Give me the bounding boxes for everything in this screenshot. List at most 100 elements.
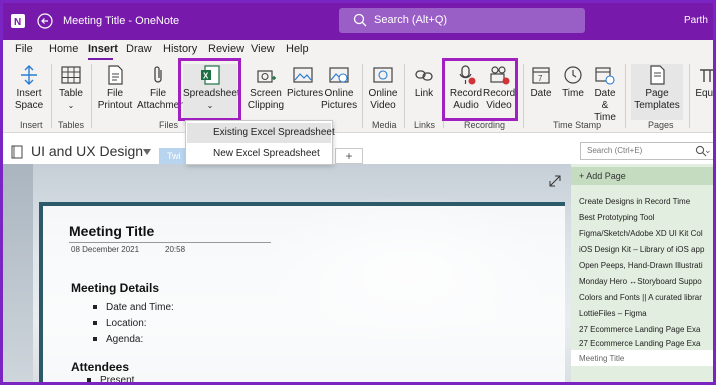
screen-clipping-button[interactable]: Screen Clipping <box>245 64 287 112</box>
insert-space-button[interactable]: Insert Space <box>11 64 47 112</box>
insert-space-icon <box>21 65 37 85</box>
list-item-text: Present <box>100 375 135 385</box>
recording-highlight <box>442 58 518 121</box>
page-title[interactable]: Meeting Title <box>69 223 154 239</box>
ribbon-separator <box>51 64 52 128</box>
page-list-item[interactable]: Monday Hero ↔Storyboard Suppo <box>579 277 713 286</box>
menu-insert[interactable]: Insert <box>88 43 118 55</box>
page-list-item[interactable]: 27 Ecommerce Landing Page Exa <box>579 339 713 348</box>
add-page-button[interactable]: + Add Page <box>571 167 713 185</box>
menu-draw[interactable]: Draw <box>126 43 152 55</box>
bullet-icon <box>93 321 97 326</box>
file-attachment-label: File Attachment <box>137 88 188 111</box>
table-label: Table <box>59 88 83 99</box>
ribbon-separator <box>625 64 626 128</box>
title-bar: N Meeting Title - OneNote Search (Alt+Q)… <box>3 3 713 40</box>
page-search-placeholder: Search (Ctrl+E) <box>587 146 643 155</box>
page-list-item[interactable]: Open Peeps, Hand-Drawn Illustrati <box>579 261 713 270</box>
new-spreadsheet-option[interactable]: New Excel Spreadsheet <box>187 144 331 164</box>
online-video-label: Online Video <box>368 88 398 111</box>
notebook-icon[interactable] <box>10 145 24 159</box>
pictures-label: Pictures <box>287 88 324 99</box>
insert-space-label: Insert Space <box>14 88 44 111</box>
file-printout-icon <box>108 65 123 85</box>
pictures-button[interactable]: Pictures <box>287 64 324 100</box>
time-button[interactable]: Time <box>559 64 587 100</box>
add-section-button[interactable]: + <box>335 148 363 164</box>
equation-button[interactable]: Equa <box>695 64 713 100</box>
picture-icon <box>293 67 313 83</box>
document-title: Meeting Title - OneNote <box>63 15 180 27</box>
page-list-item[interactable]: Colors and Fonts || A curated librar <box>579 293 713 302</box>
menu-review[interactable]: Review <box>208 43 244 55</box>
ribbon-separator <box>404 64 405 128</box>
attendees-heading[interactable]: Attendees <box>71 360 129 374</box>
page-list-item[interactable]: Best Prototyping Tool <box>579 213 713 222</box>
expand-icon[interactable] <box>549 175 561 187</box>
spreadsheet-highlight <box>178 58 241 121</box>
file-printout-label: File Printout <box>97 88 133 111</box>
online-pictures-button[interactable]: Online Pictures <box>321 64 357 112</box>
ribbon-separator <box>362 64 363 128</box>
caret-down-icon[interactable] <box>143 149 151 155</box>
date-button[interactable]: 7 Date <box>527 64 555 100</box>
page-list-item[interactable]: 27 Ecommerce Landing Page Exa <box>579 325 713 334</box>
list-item[interactable]: Present <box>87 375 135 385</box>
list-item[interactable]: Date and Time: <box>93 302 174 313</box>
link-button[interactable]: Link <box>409 64 439 100</box>
page-list-item[interactable]: Figma/Sketch/Adobe XD UI Kit Col <box>579 229 713 238</box>
menu-file[interactable]: File <box>15 43 33 55</box>
group-insert: Insert <box>20 120 43 130</box>
calendar-icon: 7 <box>532 67 550 84</box>
notebook-name[interactable]: UI and UX Design <box>31 143 143 159</box>
page-templates-button[interactable]: Page Templates <box>631 64 683 120</box>
user-name[interactable]: Parth <box>684 15 708 26</box>
page-list-item-active[interactable]: Meeting Title <box>571 350 713 366</box>
svg-text:7: 7 <box>538 74 543 83</box>
online-picture-icon <box>329 67 349 83</box>
meeting-details-heading[interactable]: Meeting Details <box>71 281 159 295</box>
page-list: + Add Page Create Designs in Record Time… <box>571 164 713 382</box>
page-list-item[interactable]: LottieFiles – Figma <box>579 309 713 318</box>
caret-down-icon[interactable]: ⌄ <box>704 145 713 155</box>
bullet-icon <box>93 337 97 342</box>
group-links: Links <box>414 120 436 130</box>
page-list-item[interactable]: iOS Design Kit – Library of iOS app <box>579 245 713 254</box>
back-arrow-icon[interactable] <box>37 13 53 29</box>
table-button[interactable]: Table ⌄ <box>55 64 87 112</box>
list-item[interactable]: Agenda: <box>93 334 143 345</box>
search-icon <box>353 13 367 27</box>
group-tables: Tables <box>58 120 85 130</box>
time-label: Time <box>562 88 584 99</box>
menu-help[interactable]: Help <box>286 43 309 55</box>
online-pictures-label: Online Pictures <box>321 88 358 111</box>
window-frame: N Meeting Title - OneNote Search (Alt+Q)… <box>0 0 716 385</box>
table-icon <box>61 66 81 84</box>
menu-history[interactable]: History <box>163 43 197 55</box>
svg-text:N: N <box>14 17 21 28</box>
file-printout-button[interactable]: File Printout <box>95 64 135 112</box>
list-item[interactable]: Location: <box>93 318 147 329</box>
page-template-icon <box>650 65 665 85</box>
onenote-icon: N <box>11 14 25 28</box>
date-time-label: Date & Time <box>594 88 616 123</box>
chevron-down-icon: ⌄ <box>67 101 75 110</box>
group-timestamp: Time Stamp <box>553 120 602 130</box>
paperclip-icon <box>154 66 162 83</box>
page-list-item[interactable]: Create Designs in Record Time <box>579 197 713 206</box>
menu-view[interactable]: View <box>251 43 275 55</box>
menu-bar: File Home Insert Draw History Review Vie… <box>3 40 713 60</box>
search-placeholder: Search (Alt+Q) <box>374 14 448 26</box>
menu-home[interactable]: Home <box>49 43 78 55</box>
search-box[interactable]: Search (Alt+Q) <box>339 8 585 33</box>
page-list-empty <box>571 366 713 382</box>
link-icon <box>415 70 433 81</box>
page-canvas[interactable] <box>3 164 571 382</box>
pi-icon <box>700 69 713 82</box>
file-attachment-button[interactable]: File Attachment <box>137 64 188 112</box>
existing-spreadsheet-option[interactable]: Existing Excel Spreadsheet <box>187 123 335 143</box>
page-search-input[interactable]: Search (Ctrl+E) <box>580 142 713 160</box>
background-image-edge <box>3 164 33 382</box>
date-time-button[interactable]: Date & Time <box>591 64 619 124</box>
online-video-button[interactable]: Online Video <box>367 64 399 112</box>
